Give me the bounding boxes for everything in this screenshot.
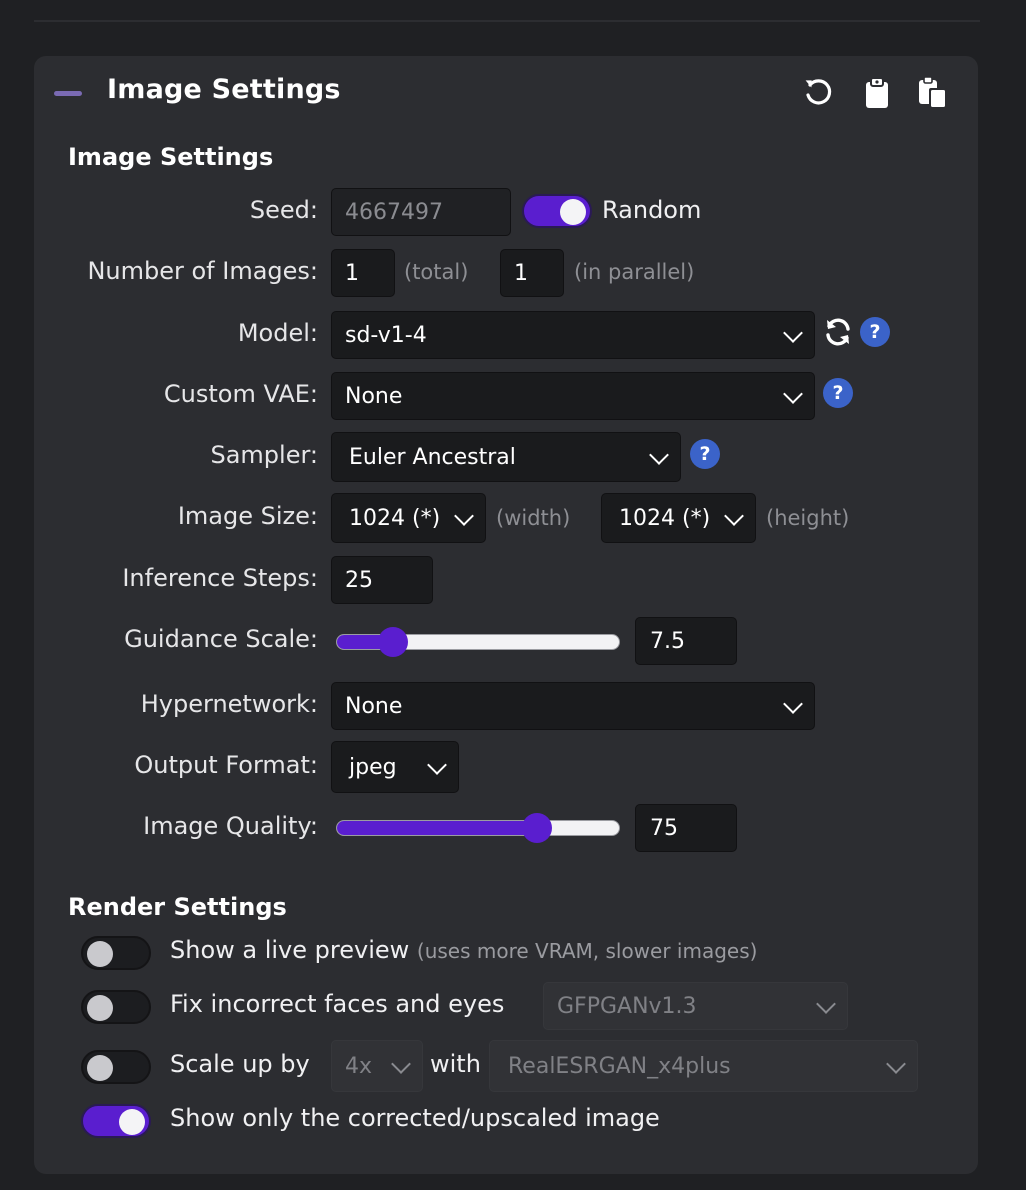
live-preview-label: Show a live preview (uses more VRAM, slo…: [170, 936, 757, 964]
random-seed-label: Random: [602, 196, 702, 224]
sampler-help-icon[interactable]: ?: [690, 439, 720, 469]
hypernetwork-value: None: [345, 693, 403, 719]
toggle-knob: [87, 941, 113, 967]
random-seed-toggle[interactable]: [522, 194, 592, 228]
guidance-input[interactable]: 7.5: [635, 617, 737, 665]
fix-faces-toggle[interactable]: [81, 990, 151, 1024]
reset-icon[interactable]: [801, 76, 835, 110]
collapse-icon[interactable]: [54, 91, 82, 96]
model-label: Model:: [237, 319, 318, 347]
vae-label: Custom VAE:: [163, 380, 318, 408]
slider-thumb[interactable]: [522, 813, 553, 843]
num-images-total-input[interactable]: 1: [331, 249, 395, 297]
image-settings-panel: Image Settings Image Settings Seed: 4667…: [34, 56, 978, 1174]
model-value: sd-v1-4: [345, 322, 427, 348]
clipboard-icon[interactable]: [860, 76, 894, 110]
seed-label: Seed:: [249, 196, 318, 224]
slider-thumb[interactable]: [378, 627, 409, 657]
height-select[interactable]: 1024 (*): [601, 493, 756, 543]
quality-input[interactable]: 75: [635, 804, 737, 852]
chevron-down-icon: [649, 445, 669, 465]
height-value: 1024 (*): [619, 505, 711, 531]
vae-help-icon[interactable]: ?: [823, 378, 853, 408]
toggle-knob: [119, 1109, 145, 1135]
chevron-down-icon: [783, 384, 803, 404]
upscale-model-value: RealESRGAN_x4plus: [508, 1053, 731, 1079]
steps-label: Inference Steps:: [122, 564, 318, 592]
chevron-down-icon: [783, 694, 803, 714]
height-hint: (height): [766, 506, 850, 530]
vae-select[interactable]: None: [331, 372, 815, 420]
show-corrected-toggle[interactable]: [81, 1104, 151, 1138]
with-label: with: [430, 1050, 481, 1078]
toggle-knob: [560, 199, 586, 225]
model-help-icon[interactable]: ?: [860, 317, 890, 347]
upscale-label: Scale up by: [170, 1050, 310, 1078]
chevron-down-icon: [886, 1054, 906, 1074]
sampler-select[interactable]: Euler Ancestral: [331, 432, 681, 482]
width-value: 1024 (*): [349, 505, 441, 531]
guidance-label: Guidance Scale:: [124, 625, 318, 653]
paste-icon[interactable]: [916, 76, 950, 110]
upscale-model-select[interactable]: RealESRGAN_x4plus: [489, 1040, 918, 1092]
num-images-parallel-input[interactable]: 1: [500, 249, 564, 297]
image-settings-heading: Image Settings: [68, 143, 274, 171]
output-format-value: jpeg: [349, 754, 397, 780]
face-model-select[interactable]: GFPGANv1.3: [543, 982, 848, 1030]
image-size-label: Image Size:: [177, 502, 318, 530]
top-divider: [34, 20, 980, 22]
upscale-factor-value: 4x: [345, 1053, 373, 1079]
face-model-value: GFPGANv1.3: [557, 993, 697, 1019]
show-corrected-label: Show only the corrected/upscaled image: [170, 1104, 660, 1132]
width-select[interactable]: 1024 (*): [331, 493, 486, 543]
chevron-down-icon: [724, 506, 744, 526]
output-format-select[interactable]: jpeg: [331, 741, 459, 793]
model-select[interactable]: sd-v1-4: [331, 311, 815, 359]
upscale-toggle[interactable]: [81, 1050, 151, 1084]
panel-title[interactable]: Image Settings: [107, 74, 341, 105]
seed-input[interactable]: 4667497: [331, 188, 511, 236]
slider-fill: [337, 821, 538, 835]
output-format-label: Output Format:: [134, 751, 318, 779]
live-preview-text: Show a live preview: [170, 936, 410, 964]
sampler-label: Sampler:: [210, 441, 318, 469]
chevron-down-icon: [427, 755, 447, 775]
live-preview-toggle[interactable]: [81, 936, 151, 970]
total-hint: (total): [404, 260, 469, 284]
refresh-icon[interactable]: [823, 317, 853, 347]
width-hint: (width): [496, 506, 571, 530]
toggle-knob: [87, 995, 113, 1021]
upscale-factor-select[interactable]: 4x: [331, 1040, 423, 1092]
hypernetwork-label: Hypernetwork:: [140, 690, 318, 718]
vae-value: None: [345, 383, 403, 409]
fix-faces-label: Fix incorrect faces and eyes: [170, 990, 505, 1018]
hypernetwork-select[interactable]: None: [331, 682, 815, 730]
sampler-value: Euler Ancestral: [349, 444, 516, 470]
guidance-slider[interactable]: [336, 627, 620, 657]
chevron-down-icon: [454, 506, 474, 526]
chevron-down-icon: [816, 994, 836, 1014]
render-settings-heading: Render Settings: [68, 893, 287, 921]
steps-input[interactable]: 25: [331, 556, 433, 604]
live-preview-note: (uses more VRAM, slower images): [416, 939, 758, 963]
num-images-label: Number of Images:: [87, 257, 318, 285]
quality-slider[interactable]: [336, 813, 620, 843]
chevron-down-icon: [391, 1054, 411, 1074]
parallel-hint: (in parallel): [574, 260, 695, 284]
chevron-down-icon: [783, 323, 803, 343]
quality-label: Image Quality:: [143, 812, 318, 840]
toggle-knob: [87, 1055, 113, 1081]
